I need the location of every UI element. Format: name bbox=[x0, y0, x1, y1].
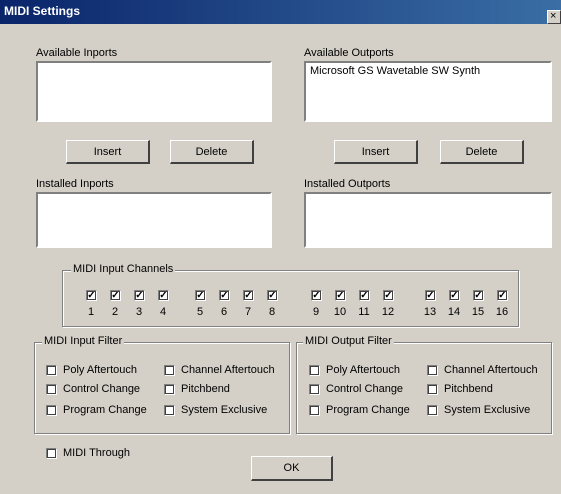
input-filter-checkbox-3[interactable] bbox=[164, 384, 175, 395]
output-filter-checkbox-1[interactable] bbox=[427, 365, 438, 376]
checkmark-icon: ✓ bbox=[360, 290, 369, 301]
output-filter-checkbox-5[interactable] bbox=[427, 405, 438, 416]
input-filter-option-label: Poly Aftertouch bbox=[63, 364, 137, 376]
channel-15-label: 15 bbox=[471, 306, 485, 318]
close-button[interactable]: × bbox=[547, 10, 561, 24]
input-filter-checkbox-4[interactable] bbox=[46, 405, 57, 416]
checkbox-box[interactable] bbox=[46, 448, 57, 459]
checkmark-icon: ✓ bbox=[450, 290, 459, 301]
channel-12-checkbox[interactable]: ✓ bbox=[383, 290, 394, 301]
installed-outports-list[interactable] bbox=[304, 192, 552, 248]
checkmark-icon: ✓ bbox=[268, 290, 277, 301]
channel-10-label: 10 bbox=[333, 306, 347, 318]
channel-13-label: 13 bbox=[423, 306, 437, 318]
channel-4-checkbox[interactable]: ✓ bbox=[158, 290, 169, 301]
output-filter-option-label: Program Change bbox=[326, 404, 410, 416]
input-filter-checkbox-1[interactable] bbox=[164, 365, 175, 376]
channel-16-label: 16 bbox=[495, 306, 509, 318]
output-filter-option-label: Pitchbend bbox=[444, 383, 493, 395]
channel-7-label: 7 bbox=[244, 306, 252, 318]
channel-16-checkbox[interactable]: ✓ bbox=[497, 290, 508, 301]
window-title: MIDI Settings bbox=[4, 4, 81, 18]
checkmark-icon: ✓ bbox=[111, 290, 120, 301]
input-filter-option-label: Pitchbend bbox=[181, 383, 230, 395]
input-filter-option-label: System Exclusive bbox=[181, 404, 268, 416]
channel-5-label: 5 bbox=[196, 306, 204, 318]
checkmark-icon: ✓ bbox=[384, 290, 393, 301]
channel-1-label: 1 bbox=[87, 306, 95, 318]
available-inports-list[interactable] bbox=[36, 61, 272, 122]
checkmark-icon: ✓ bbox=[87, 290, 96, 301]
channel-2-label: 2 bbox=[111, 306, 119, 318]
output-filter-checkbox-4[interactable] bbox=[309, 405, 320, 416]
channel-6-label: 6 bbox=[220, 306, 228, 318]
checkmark-icon: ✓ bbox=[426, 290, 435, 301]
input-filter-checkbox-5[interactable] bbox=[164, 405, 175, 416]
checkmark-icon: ✓ bbox=[244, 290, 253, 301]
channel-8-label: 8 bbox=[268, 306, 276, 318]
channel-11-checkbox[interactable]: ✓ bbox=[359, 290, 370, 301]
input-filter-checkbox-2[interactable] bbox=[46, 384, 57, 395]
channel-14-checkbox[interactable]: ✓ bbox=[449, 290, 460, 301]
output-filter-option-label: System Exclusive bbox=[444, 404, 531, 416]
checkmark-icon: ✓ bbox=[135, 290, 144, 301]
channel-6-checkbox[interactable]: ✓ bbox=[219, 290, 230, 301]
output-filter-checkbox-3[interactable] bbox=[427, 384, 438, 395]
installed-inports-list[interactable] bbox=[36, 192, 272, 248]
checkmark-icon: ✓ bbox=[196, 290, 205, 301]
channel-14-label: 14 bbox=[447, 306, 461, 318]
channel-3-label: 3 bbox=[135, 306, 143, 318]
output-filter-option-label: Channel Aftertouch bbox=[444, 364, 538, 376]
checkmark-icon: ✓ bbox=[159, 290, 168, 301]
input-filter-option-label: Program Change bbox=[63, 404, 147, 416]
midi-input-channels-label: MIDI Input Channels bbox=[71, 263, 176, 275]
available-inports-label: Available Inports bbox=[36, 47, 118, 59]
midi-through-label: MIDI Through bbox=[63, 447, 131, 459]
midi-output-filter-label: MIDI Output Filter bbox=[303, 335, 394, 347]
checkmark-icon: ✓ bbox=[220, 290, 229, 301]
output-filter-checkbox-0[interactable] bbox=[309, 365, 320, 376]
output-filter-option-label: Poly Aftertouch bbox=[326, 364, 400, 376]
checkmark-icon: ✓ bbox=[312, 290, 321, 301]
channel-10-checkbox[interactable]: ✓ bbox=[335, 290, 346, 301]
channel-15-checkbox[interactable]: ✓ bbox=[473, 290, 484, 301]
output-filter-option-label: Control Change bbox=[326, 383, 404, 395]
title-bar[interactable]: MIDI Settings bbox=[0, 0, 561, 24]
channel-1-checkbox[interactable]: ✓ bbox=[86, 290, 97, 301]
list-item[interactable]: Microsoft GS Wavetable SW Synth bbox=[310, 65, 480, 77]
midi-settings-dialog: MIDI Settings × Available Inports Insert… bbox=[0, 0, 561, 494]
channel-3-checkbox[interactable]: ✓ bbox=[134, 290, 145, 301]
input-filter-option-label: Control Change bbox=[63, 383, 141, 395]
delete-outport-button[interactable]: Delete bbox=[440, 140, 524, 164]
ok-button[interactable]: OK bbox=[251, 456, 333, 481]
channel-8-checkbox[interactable]: ✓ bbox=[267, 290, 278, 301]
available-outports-list[interactable]: Microsoft GS Wavetable SW Synth bbox=[304, 61, 552, 122]
insert-outport-button[interactable]: Insert bbox=[334, 140, 418, 164]
installed-outports-label: Installed Outports bbox=[304, 178, 391, 190]
channel-4-label: 4 bbox=[159, 306, 167, 318]
input-filter-checkbox-0[interactable] bbox=[46, 365, 57, 376]
input-filter-option-label: Channel Aftertouch bbox=[181, 364, 275, 376]
output-filter-checkbox-2[interactable] bbox=[309, 384, 320, 395]
delete-inport-button[interactable]: Delete bbox=[170, 140, 254, 164]
checkmark-icon: ✓ bbox=[336, 290, 345, 301]
channel-11-label: 11 bbox=[358, 306, 370, 318]
channel-2-checkbox[interactable]: ✓ bbox=[110, 290, 121, 301]
checkmark-icon: ✓ bbox=[474, 290, 483, 301]
channel-13-checkbox[interactable]: ✓ bbox=[425, 290, 436, 301]
channel-9-checkbox[interactable]: ✓ bbox=[311, 290, 322, 301]
close-icon: × bbox=[550, 10, 557, 22]
installed-inports-label: Installed Inports bbox=[36, 178, 114, 190]
checkmark-icon: ✓ bbox=[498, 290, 507, 301]
channel-7-checkbox[interactable]: ✓ bbox=[243, 290, 254, 301]
insert-inport-button[interactable]: Insert bbox=[66, 140, 150, 164]
channel-9-label: 9 bbox=[312, 306, 320, 318]
channel-5-checkbox[interactable]: ✓ bbox=[195, 290, 206, 301]
midi-input-filter-label: MIDI Input Filter bbox=[42, 335, 125, 347]
available-outports-label: Available Outports bbox=[304, 47, 394, 59]
channel-12-label: 12 bbox=[381, 306, 395, 318]
